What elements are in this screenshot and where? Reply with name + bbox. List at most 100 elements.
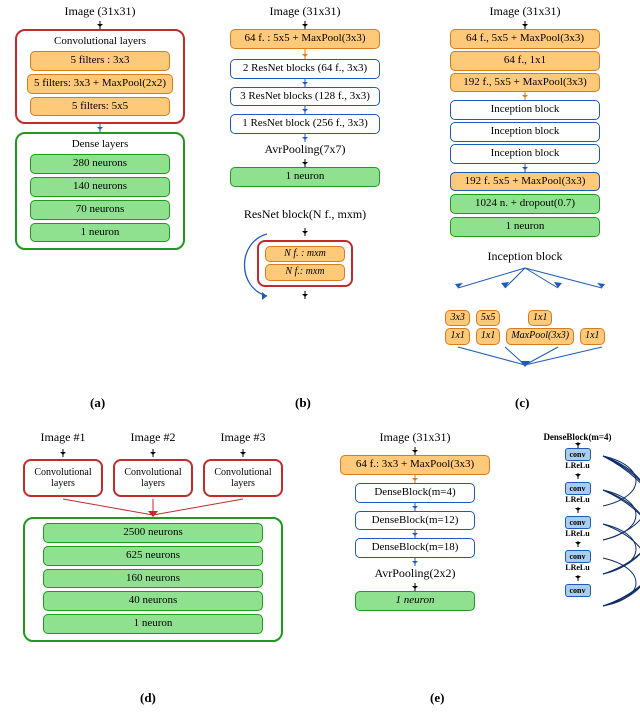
e-block-1: DenseBlock(m=4) — [355, 483, 475, 503]
c-stem2: 192 f. 5x5 + MaxPool(3x3) — [450, 172, 600, 192]
inc-b3-bot: MaxPool(3x3) — [506, 328, 574, 345]
arrow-icon — [304, 49, 306, 59]
conv-layer-1: 5 filters : 3x3 — [30, 51, 170, 71]
b-out: 1 neuron — [230, 167, 380, 187]
panel-c: Image (31x31) 64 f., 5x5 + MaxPool(3x3) … — [420, 4, 630, 367]
figure-canvas: Image (31x31) Convolutional layers 5 fil… — [0, 0, 640, 725]
caption-e: (e) — [430, 690, 444, 706]
arrow-icon — [99, 21, 101, 29]
dense-conv-5: conv — [565, 584, 591, 597]
d-dense-1: 2500 neurons — [43, 523, 263, 543]
arrow-icon — [524, 21, 526, 29]
denseblock-arcs-icon — [597, 448, 640, 608]
c-stem-2: 64 f., 1x1 — [450, 51, 600, 71]
d-dense-4: 40 neurons — [43, 591, 263, 611]
skip-connection-icon — [241, 236, 277, 298]
e-block-3: DenseBlock(m=18) — [355, 538, 475, 558]
arrow-icon — [304, 159, 306, 167]
inc-b2-top: 5x5 — [476, 310, 500, 327]
panel-a-image-label: Image (31x31) — [65, 4, 136, 19]
d-conv-1: Convolutional layers — [23, 459, 103, 497]
resnet-legend-item-2: N f.: mxm — [265, 264, 345, 281]
panel-a-dense-group: Dense layers 280 neurons 140 neurons 70 … — [15, 132, 185, 250]
inception-fanout-icon — [430, 266, 620, 290]
d-conv-3: Convolutional layers — [203, 459, 283, 497]
dense-group-label: Dense layers — [72, 138, 129, 150]
arrow-icon — [414, 558, 416, 566]
dense-layer-4: 1 neuron — [30, 223, 170, 243]
arrow-icon — [577, 541, 579, 547]
b-block-1: 2 ResNet blocks (64 f., 3x3) — [230, 59, 380, 79]
resnet-legend-title: ResNet block(N f., mxm) — [244, 207, 366, 222]
caption-c: (c) — [515, 395, 529, 411]
d-dense-3: 160 neurons — [43, 569, 263, 589]
dense-conv-1: conv — [565, 448, 591, 461]
dense-layer-3: 70 neurons — [30, 200, 170, 220]
arrow-icon — [414, 583, 416, 591]
c-stem-3: 192 f., 5x5 + MaxPool(3x3) — [450, 73, 600, 93]
c-dense: 1024 n. + dropout(0.7) — [450, 194, 600, 214]
d-image-1: Image #1 — [41, 430, 86, 445]
denseblock-legend-title: DenseBlock(m=4) — [543, 432, 611, 442]
d-conv-2: Convolutional layers — [113, 459, 193, 497]
arrow-icon — [414, 530, 416, 538]
panel-a: Image (31x31) Convolutional layers 5 fil… — [10, 4, 190, 250]
panel-a-conv-group: Convolutional layers 5 filters : 3x3 5 f… — [15, 29, 185, 124]
inception-branches: 3x3 1x1 5x5 1x1 1x1 MaxPool(3x3) 1x1 — [445, 310, 604, 345]
e-block-2: DenseBlock(m=12) — [355, 511, 475, 531]
panel-e: Image (31x31) 64 f.: 3x3 + MaxPool(3x3) … — [320, 430, 510, 611]
arrow-icon — [524, 92, 526, 100]
caption-d: (d) — [140, 690, 156, 706]
b-stem: 64 f. : 5x5 + MaxPool(3x3) — [230, 29, 380, 49]
dense-layer-1: 280 neurons — [30, 154, 170, 174]
arrow-icon — [577, 507, 579, 513]
dense-act-2: LReLu — [565, 495, 589, 504]
dense-act-1: LReLu — [565, 461, 589, 470]
arrow-icon — [414, 475, 416, 483]
inception-fanin-icon — [430, 345, 620, 367]
arrow-icon — [524, 164, 526, 172]
conv-group-label: Convolutional layers — [54, 35, 146, 47]
arrow-icon — [99, 124, 101, 132]
b-block-2: 3 ResNet blocks (128 f., 3x3) — [230, 87, 380, 107]
arrow-icon — [304, 79, 306, 87]
c-inc-2: Inception block — [450, 122, 600, 142]
arrow-icon — [577, 575, 579, 581]
d-image-3: Image #3 — [221, 430, 266, 445]
panel-e-image-label: Image (31x31) — [380, 430, 451, 445]
inception-legend: Inception block 3x3 1x1 5x5 1x1 — [430, 249, 620, 367]
c-stem-1: 64 f., 5x5 + MaxPool(3x3) — [450, 29, 600, 49]
arrow-icon — [304, 134, 306, 142]
d-dense-5: 1 neuron — [43, 614, 263, 634]
panel-b: Image (31x31) 64 f. : 5x5 + MaxPool(3x3)… — [210, 4, 400, 299]
d-dense-group: 2500 neurons 625 neurons 160 neurons 40 … — [23, 517, 283, 642]
d-fanin-icon — [18, 497, 288, 517]
dense-layer-2: 140 neurons — [30, 177, 170, 197]
c-inc-1: Inception block — [450, 100, 600, 120]
dense-conv-3: conv — [565, 516, 591, 529]
b-pool: AvrPooling(7x7) — [264, 142, 345, 157]
inc-b1-top: 3x3 — [445, 310, 469, 327]
e-pool: AvrPooling(2x2) — [374, 566, 455, 581]
dense-act-4: LReLu — [565, 563, 589, 572]
e-stem: 64 f.: 3x3 + MaxPool(3x3) — [340, 455, 490, 475]
panel-b-image-label: Image (31x31) — [270, 4, 341, 19]
arrow-icon — [152, 449, 154, 457]
arrow-icon — [242, 449, 244, 457]
caption-a: (a) — [90, 395, 105, 411]
denseblock-nodes: convLReLu convLReLu convLReLu convLReLu … — [565, 448, 591, 597]
arrow-icon — [304, 228, 306, 236]
resnet-legend-item-1: N f. : mxm — [265, 246, 345, 263]
arrow-icon — [414, 503, 416, 511]
dense-conv-4: conv — [565, 550, 591, 563]
resnet-legend: ResNet block(N f., mxm) N f. : mxm N f.:… — [244, 207, 366, 299]
dense-act-3: LReLu — [565, 529, 589, 538]
denseblock-legend: DenseBlock(m=4) convLReLu — [520, 432, 635, 597]
arrow-icon — [304, 106, 306, 114]
c-out: 1 neuron — [450, 217, 600, 237]
arrow-icon — [304, 21, 306, 29]
arrow-icon — [414, 447, 416, 455]
inc-b4: 1x1 — [580, 328, 604, 345]
inc-b2-bot: 1x1 — [476, 328, 500, 345]
d-dense-2: 625 neurons — [43, 546, 263, 566]
